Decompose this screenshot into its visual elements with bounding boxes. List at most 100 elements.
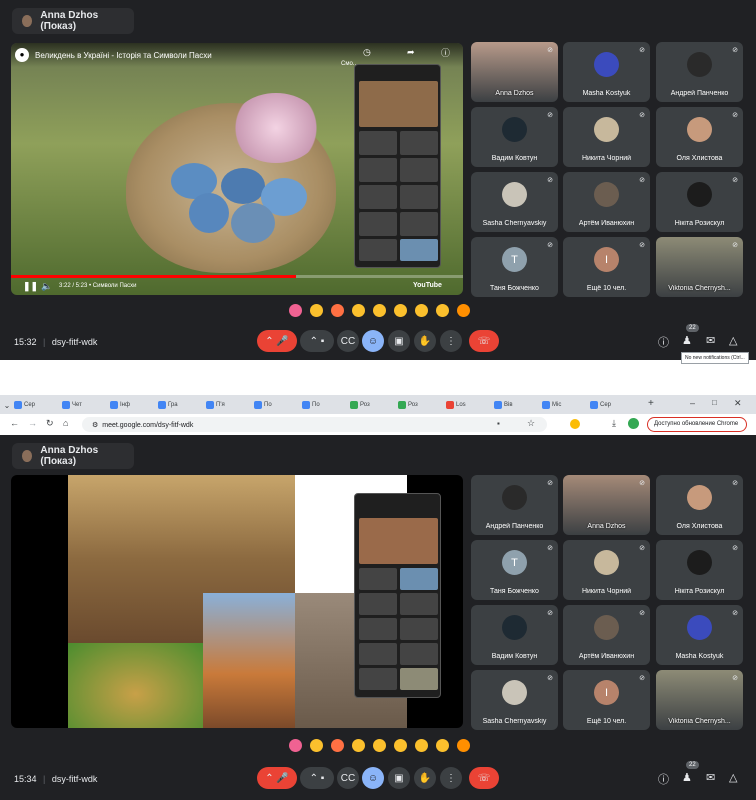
raise-hand-button[interactable]: ✋ [414,767,436,789]
reaction-emoji-icon[interactable] [310,304,323,317]
participant-tile[interactable]: ⊘ Артём Иванюхин [563,172,650,232]
participant-tile[interactable]: ⊘ Нікіта Розискул [656,540,743,600]
emoji-button[interactable]: ☺ [362,767,384,789]
meeting-info-icon[interactable]: ⓘ [658,771,669,787]
reaction-emoji-icon[interactable] [436,739,449,752]
more-options-button[interactable]: ⋮ [440,330,462,352]
participant-tile[interactable]: ⊘ Никита Чорний [563,540,650,600]
maximize-button[interactable]: □ [712,398,717,407]
participant-tile[interactable]: ⊘ Никита Чорний [563,107,650,167]
profile-avatar[interactable] [628,418,639,429]
meeting-code[interactable]: dsy-fitf-wdk [52,337,98,347]
participant-tile[interactable]: ⊘ Masha Kostyuk [563,42,650,102]
browser-tab[interactable]: Сер [590,398,636,412]
reaction-emoji-icon[interactable] [436,304,449,317]
reaction-emoji-icon[interactable] [373,739,386,752]
participant-tile[interactable]: ⊘ Нікіта Розискул [656,172,743,232]
chat-icon[interactable]: ✉ [706,771,715,784]
back-icon[interactable]: ← [10,418,19,428]
participant-tile[interactable]: ⊘ Оля Хлистова [656,107,743,167]
meeting-code[interactable]: dsy-fitf-wdk [52,774,98,784]
participant-tile[interactable]: ⊘ Андрей Панченко [656,42,743,102]
minimize-button[interactable]: – [690,398,695,408]
more-options-button[interactable]: ⋮ [440,767,462,789]
participant-tile[interactable]: ⊘ Sasha Chernyavskiy [471,172,558,232]
extension-icon[interactable] [570,419,580,429]
bookmark-star-icon[interactable]: ☆ [527,418,535,429]
video-title[interactable]: Великдень в Україні - Історія та Символи… [35,51,212,60]
meeting-info-icon[interactable]: ⓘ [658,334,669,350]
browser-tab[interactable]: По [302,398,348,412]
new-tab-button[interactable]: + [648,398,654,409]
pause-icon[interactable]: ❚❚ [23,281,38,292]
site-info-icon[interactable]: ⚙ [92,422,98,429]
end-call-button[interactable]: ☏ [469,330,499,352]
participant-tile[interactable]: ⊘ Вадим Ковтун [471,107,558,167]
reaction-emoji-icon[interactable] [457,739,470,752]
browser-tab[interactable]: Гра [158,398,204,412]
volume-icon[interactable]: 🔈 [41,281,52,292]
reaction-emoji-icon[interactable] [289,739,302,752]
raise-hand-button[interactable]: ✋ [414,330,436,352]
browser-tab[interactable]: Mic [542,398,588,412]
activities-icon[interactable]: △ [729,334,737,347]
present-button[interactable]: ▣ [388,330,410,352]
participant-tile[interactable]: ⊘ Андрей Панченко [471,475,558,535]
youtube-logo[interactable]: YouTube [413,282,442,289]
download-icon[interactable]: ⤓ [612,418,616,429]
participant-tile[interactable]: ⊘ Masha Kostyuk [656,605,743,665]
youtube-channel-icon[interactable]: ● [15,48,29,62]
browser-tab[interactable]: Los [446,398,492,412]
reaction-emoji-icon[interactable] [415,739,428,752]
present-button[interactable]: ▣ [388,767,410,789]
participant-tile[interactable]: ⊘ Anna Dzhos [471,42,558,102]
participant-tile[interactable]: ⊘ Viktoriia Chernysh... [656,670,743,730]
watch-later-icon[interactable]: ◷ [363,47,371,58]
chat-icon[interactable]: ✉ [706,334,715,347]
reaction-emoji-icon[interactable] [457,304,470,317]
emoji-button[interactable]: ☺ [362,330,384,352]
reaction-emoji-icon[interactable] [352,739,365,752]
participant-tile[interactable]: I ⊘ Ещё 10 чел. [563,670,650,730]
camera-button[interactable]: ⌃ ▪ [300,330,334,352]
captions-button[interactable]: CC [337,330,359,352]
mic-off-button[interactable]: ⌃ 🎤 [257,767,297,789]
reaction-emoji-icon[interactable] [289,304,302,317]
camera-button[interactable]: ⌃ ▪ [300,767,334,789]
camera-indicator-icon[interactable]: ▪ [497,419,500,428]
reaction-emoji-icon[interactable] [415,304,428,317]
shared-screen-slide[interactable] [11,475,463,728]
home-icon[interactable]: ⌂ [63,418,68,428]
browser-tab[interactable]: Роз [350,398,396,412]
reaction-emoji-icon[interactable] [331,739,344,752]
browser-tab[interactable]: Інф [110,398,156,412]
participant-tile[interactable]: ⊘ Sasha Chernyavskiy [471,670,558,730]
participant-tile[interactable]: I ⊘ Ещё 10 чел. [563,237,650,297]
mic-off-button[interactable]: ⌃ 🎤 [257,330,297,352]
participant-tile[interactable]: ⊘ Вадим Ковтун [471,605,558,665]
share-arrow-icon[interactable]: ➦ [407,47,415,58]
shared-screen-video[interactable]: ● Великдень в Україні - Історія та Симво… [11,43,463,295]
browser-tab[interactable]: Чет [62,398,108,412]
browser-tab[interactable]: По [254,398,300,412]
reaction-emoji-icon[interactable] [310,739,323,752]
browser-tab[interactable]: Роз [398,398,444,412]
browser-tab[interactable]: Вів [494,398,540,412]
reaction-emoji-icon[interactable] [352,304,365,317]
url-input[interactable]: ⚙ meet.google.com/dsy-fitf-wdk [82,417,547,432]
participant-tile[interactable]: ⊘ Viktoriia Chernysh... [656,237,743,297]
participant-tile[interactable]: ⊘ Оля Хлистова [656,475,743,535]
close-window-button[interactable]: ✕ [734,398,742,409]
participant-tile[interactable]: T ⊘ Таня Божченко [471,237,558,297]
tab-search-icon[interactable]: ⌄ [0,401,14,410]
end-call-button[interactable]: ☏ [469,767,499,789]
browser-tab[interactable]: П'я [206,398,252,412]
participant-tile[interactable]: ⊘ Anna Dzhos [563,475,650,535]
people-icon[interactable]: ♟ [682,771,692,784]
reaction-emoji-icon[interactable] [373,304,386,317]
captions-button[interactable]: CC [337,767,359,789]
participant-tile[interactable]: T ⊘ Таня Божченко [471,540,558,600]
update-chrome-button[interactable]: Доступно обновление Chrome [647,417,747,432]
reaction-emoji-icon[interactable] [394,304,407,317]
people-icon[interactable]: ♟ [682,334,692,347]
